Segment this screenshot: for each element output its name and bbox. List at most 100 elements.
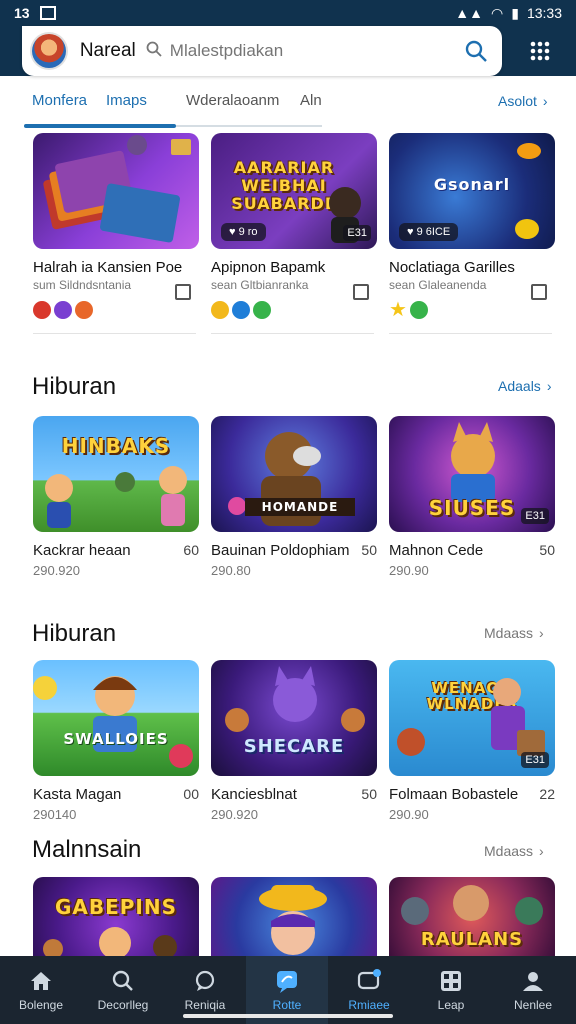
nav-item-nenlee[interactable]: Nenlee (492, 956, 574, 1024)
nav-item-leap[interactable]: Leap (410, 956, 492, 1024)
nav-label: Rmiaee (348, 998, 390, 1012)
card-meta: Mahnon Cede 50 (389, 542, 555, 559)
nav-label: Bolenge (18, 998, 64, 1012)
search-icon (110, 968, 136, 994)
card-number: 00 (183, 786, 199, 802)
screenshot-icon (39, 6, 56, 20)
genre-dot (232, 301, 250, 319)
chevron-right-icon: › (542, 93, 548, 109)
card-meta: Kackrar heaan 60 (33, 542, 199, 559)
genre-dot (409, 301, 428, 319)
section-more-link[interactable]: Mdaass › (484, 625, 544, 641)
card-title: Kasta Magan (33, 786, 122, 803)
card-title: Halrah ia Kansien Poe (33, 259, 183, 276)
nav-label: Reniqia (184, 998, 226, 1012)
genre-dot (211, 301, 229, 319)
genre-dots (211, 300, 377, 320)
game-thumbnail[interactable]: SIUSES E31 (389, 416, 555, 532)
game-card[interactable]: SHECARE Kanciesblnat 50 290.920 (211, 660, 377, 822)
game-card[interactable]: RAULANS (389, 877, 555, 957)
card-count: 290.920 (33, 563, 80, 578)
game-thumbnail[interactable]: RAULANS (389, 877, 555, 957)
game-card[interactable]: SWALLOIES Kasta Magan 00 290140 (33, 660, 199, 822)
wifi-icon: ◠ (491, 4, 504, 21)
section-more-label: Mdaass (484, 625, 534, 641)
game-card[interactable] (211, 877, 377, 957)
game-thumbnail[interactable] (211, 877, 377, 957)
game-card[interactable]: GABEPINS (33, 877, 199, 957)
section-more-label: Adaals (498, 378, 541, 394)
search-small-icon (146, 41, 162, 62)
status-right: ▲▲ ◠ ▮ 13:33 (455, 5, 562, 22)
section-more-link[interactable]: Adaals › (498, 378, 551, 394)
game-thumbnail[interactable]: SWALLOIES (33, 660, 199, 776)
message-icon (274, 968, 300, 994)
tab-imaps[interactable]: Imaps (106, 92, 147, 109)
genre-dots (33, 300, 199, 320)
section-title: Hiburan (32, 620, 117, 647)
section-more-link[interactable]: Mdaass › (484, 843, 544, 859)
game-thumbnail[interactable]: GABEPINS (33, 877, 199, 957)
thumb-text: HOMANDE (245, 498, 355, 516)
tab-aln[interactable]: Aln (300, 92, 322, 109)
game-card[interactable]: WENAOR WLNADES E31 Folmaan Bobastele 22 … (389, 660, 555, 822)
search-bar[interactable]: Nareal (22, 26, 502, 76)
game-card[interactable]: Halrah ia Kansien Poe sum Sildndsntania (33, 133, 199, 320)
signal-icon: ▲▲ (455, 5, 484, 21)
corner-badge: E31 (521, 508, 549, 524)
game-thumbnail[interactable]: SHECARE (211, 660, 377, 776)
chevron-right-icon: › (539, 843, 544, 859)
card-title: Apipnon Bapamk (211, 259, 326, 276)
boy-art (33, 676, 193, 768)
avatar[interactable] (30, 32, 68, 70)
section-title: Malnnsain (32, 836, 142, 863)
corner-badge: E31 (521, 752, 549, 768)
bookmark-icon[interactable] (353, 284, 369, 300)
profile-icon (520, 968, 546, 994)
nav-item-decorlleg[interactable]: Decorlleg (82, 956, 164, 1024)
battery-icon: ▮ (511, 4, 519, 21)
card-title: Kanciesblnat (211, 786, 297, 803)
tab-monfera[interactable]: Monfera (32, 92, 87, 109)
genre-dots: ★ (389, 300, 555, 320)
chat-badge-icon (356, 968, 382, 994)
characters-art (43, 927, 177, 957)
card-number: 50 (361, 542, 377, 558)
bookmark-icon[interactable] (531, 284, 547, 300)
game-card[interactable]: SIUSES E31 Mahnon Cede 50 290.90 (389, 416, 555, 578)
game-thumbnail[interactable]: AARARIAR WEIBHAI SUABARDE ♥ 9 ro E31 (211, 133, 377, 249)
tabs-more-link[interactable]: Asolot › (498, 93, 548, 109)
tab-indicator (24, 124, 176, 128)
card-count: 290.90 (389, 807, 429, 822)
cards-art (43, 135, 191, 243)
card-number: 22 (539, 786, 555, 802)
search-input[interactable] (169, 41, 459, 61)
search-icon[interactable] (458, 33, 494, 69)
nav-label: Decorlleg (97, 998, 149, 1012)
game-thumbnail[interactable] (33, 133, 199, 249)
card-meta: Bauinan Poldophiam 50 (211, 542, 377, 559)
game-card[interactable]: AARARIAR WEIBHAI SUABARDE ♥ 9 ro E31 Api… (211, 133, 377, 320)
card-title: Noclatiaga Garilles (389, 259, 515, 276)
genre-dot (75, 301, 93, 319)
game-thumbnail[interactable]: HINBAKS (33, 416, 199, 532)
game-card[interactable]: HOMANDE Bauinan Poldophiam 50 290.80 (211, 416, 377, 578)
bookmark-icon[interactable] (175, 284, 191, 300)
grid-icon[interactable] (504, 26, 576, 76)
card-title: Folmaan Bobastele (389, 786, 519, 803)
game-card[interactable]: Gsonarl ♥ 9 6ICE Noclatiaga Garilles sea… (389, 133, 555, 320)
game-thumbnail[interactable]: HOMANDE (211, 416, 377, 532)
game-thumbnail[interactable]: WENAOR WLNADES E31 (389, 660, 555, 776)
tab-wderalaoanm[interactable]: Wderalaoanm (186, 92, 279, 109)
thumb-text: SWALLOIES (63, 730, 169, 748)
rating-pill: ♥ 9 6ICE (399, 223, 459, 241)
tab-bar: Monfera Imaps Wderalaoanm Aln Asolot › (0, 80, 576, 128)
game-card[interactable]: HINBAKS Kackrar heaan 60 290.920 (33, 416, 199, 578)
home-icon (28, 968, 54, 994)
chevron-right-icon: › (539, 625, 544, 641)
thumb-text: SHECARE (243, 736, 345, 757)
game-thumbnail[interactable]: Gsonarl ♥ 9 6ICE (389, 133, 555, 249)
nav-item-bolenge[interactable]: Bolenge (0, 956, 82, 1024)
section-more-label: Mdaass (484, 843, 534, 859)
chevron-right-icon: › (546, 378, 552, 394)
